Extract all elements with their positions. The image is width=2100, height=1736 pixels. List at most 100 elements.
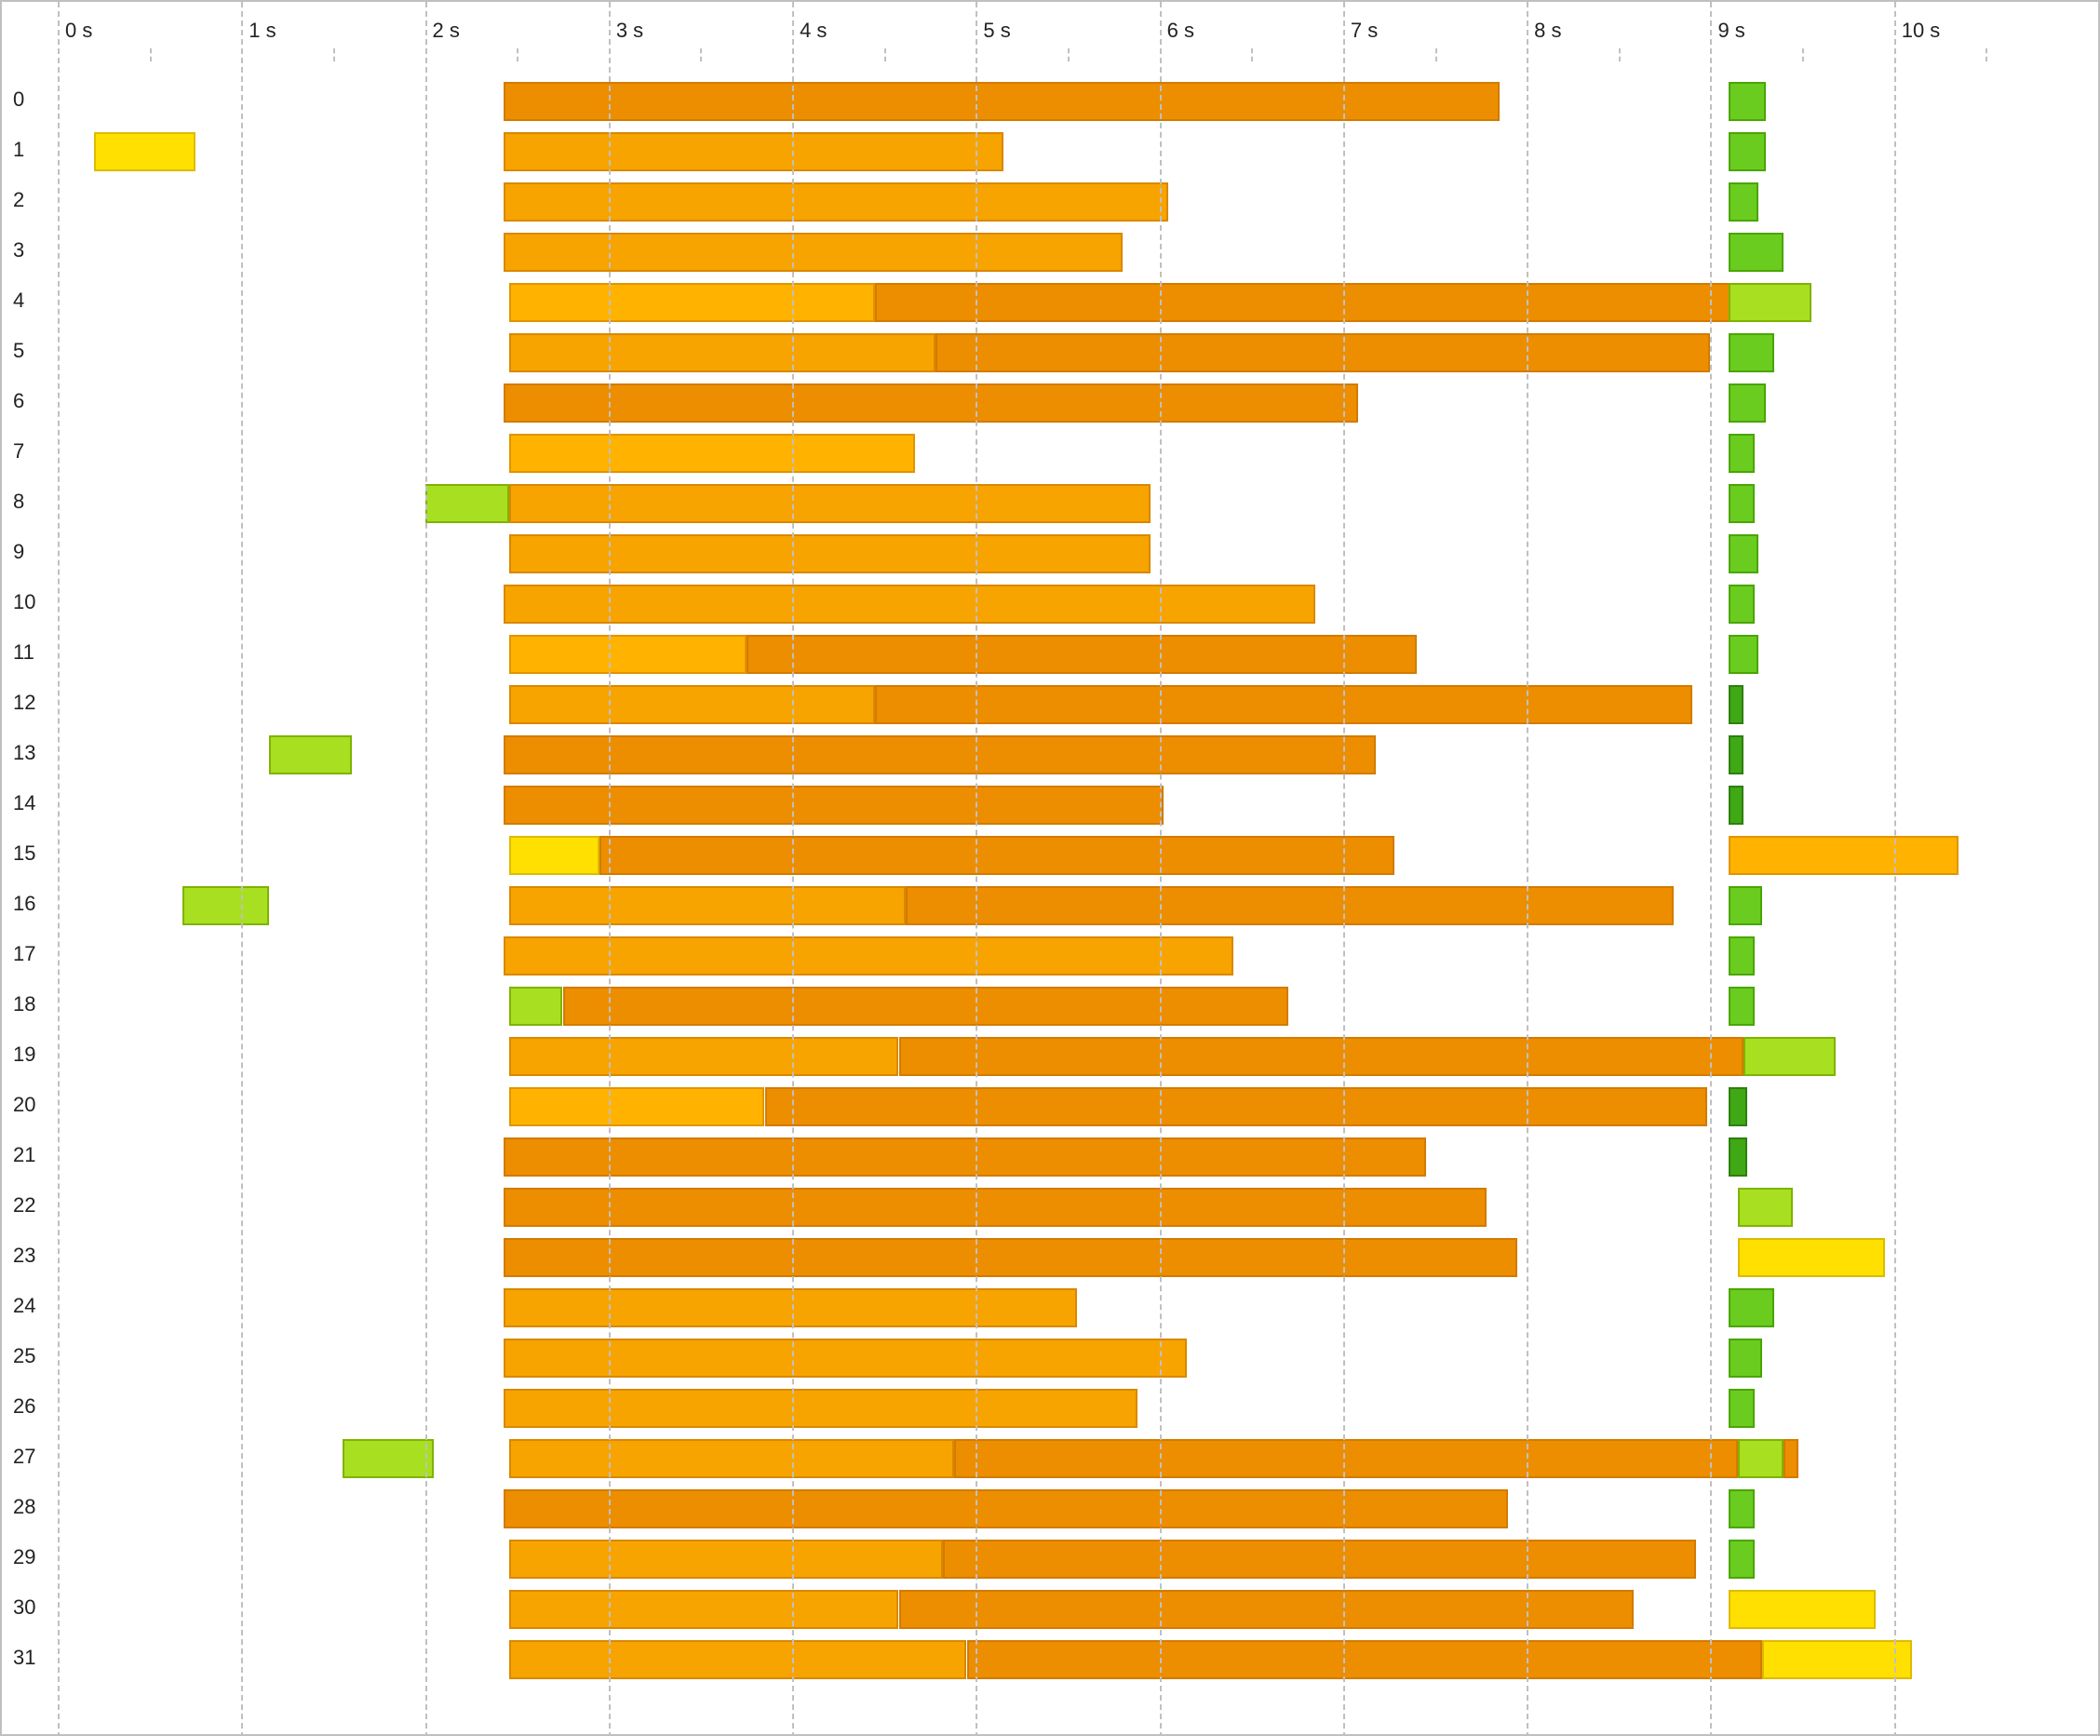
- segment: [1729, 1288, 1774, 1327]
- segment: [1729, 685, 1743, 724]
- segment: [1762, 1640, 1913, 1679]
- row: 14: [2, 780, 2098, 830]
- row: 30: [2, 1584, 2098, 1635]
- segment: [343, 1439, 435, 1478]
- segment: [899, 1037, 1743, 1076]
- segment: [563, 987, 1288, 1026]
- segment: [504, 182, 1168, 222]
- row-track: [2, 182, 2098, 222]
- segment: [1729, 1339, 1762, 1378]
- segment: [1729, 233, 1784, 272]
- axis-tick-label: 4 s: [800, 19, 827, 43]
- segment: [1784, 1439, 1798, 1478]
- segment: [504, 585, 1315, 624]
- row-track: [2, 1489, 2098, 1528]
- grid-line: 5 s: [976, 2, 977, 1736]
- row: 20: [2, 1082, 2098, 1132]
- segment: [504, 132, 1003, 171]
- minor-tick: [700, 48, 702, 61]
- row-track: [2, 1137, 2098, 1177]
- row-track: [2, 1540, 2098, 1579]
- segment: [1729, 1540, 1755, 1579]
- segment: [1729, 182, 1758, 222]
- segment: [509, 685, 875, 724]
- axis-tick-label: 8 s: [1534, 19, 1561, 43]
- row-track: [2, 484, 2098, 523]
- row-track: [2, 82, 2098, 121]
- row: 11: [2, 629, 2098, 680]
- row-track: [2, 936, 2098, 976]
- axis-tick-label: 9 s: [1717, 19, 1744, 43]
- segment: [1729, 1389, 1755, 1428]
- row-track: [2, 333, 2098, 372]
- row: 24: [2, 1283, 2098, 1333]
- row-track: [2, 1339, 2098, 1378]
- row-track: [2, 534, 2098, 573]
- axis-tick-label: 7 s: [1351, 19, 1378, 43]
- segment: [509, 333, 936, 372]
- row: 16: [2, 881, 2098, 931]
- segment: [599, 836, 1394, 875]
- segment: [509, 635, 746, 674]
- segment: [509, 283, 875, 322]
- segment: [1729, 1489, 1755, 1528]
- grid-line: 4 s: [792, 2, 794, 1736]
- segment: [504, 735, 1376, 774]
- row: 15: [2, 830, 2098, 881]
- segment: [1729, 384, 1765, 423]
- segment: [504, 82, 1499, 121]
- segment: [1729, 1087, 1747, 1126]
- row-track: [2, 786, 2098, 825]
- row: 10: [2, 579, 2098, 629]
- segment: [967, 1640, 1762, 1679]
- row-track: [2, 1389, 2098, 1428]
- segment: [504, 233, 1123, 272]
- row: 17: [2, 931, 2098, 981]
- segment: [1729, 786, 1743, 825]
- segment: [1743, 1037, 1836, 1076]
- axis-tick-label: 0 s: [65, 19, 92, 43]
- minor-tick: [517, 48, 518, 61]
- row-track: [2, 384, 2098, 423]
- segment: [509, 434, 915, 473]
- segment: [509, 484, 1150, 523]
- row: 13: [2, 730, 2098, 780]
- segment: [1729, 836, 1959, 875]
- segment: [1738, 1238, 1885, 1277]
- segment: [504, 1339, 1187, 1378]
- row: 22: [2, 1182, 2098, 1232]
- row: 8: [2, 478, 2098, 529]
- row: 19: [2, 1031, 2098, 1082]
- minor-tick: [884, 48, 886, 61]
- segment: [504, 1238, 1517, 1277]
- time-axis: [2, 2, 2098, 58]
- row: 31: [2, 1635, 2098, 1685]
- grid-line: 2 s: [425, 2, 427, 1736]
- segment: [509, 836, 599, 875]
- axis-tick-label: 10 s: [1902, 19, 1941, 43]
- segment: [1729, 283, 1811, 322]
- row-track: [2, 635, 2098, 674]
- axis-tick-label: 5 s: [983, 19, 1010, 43]
- minor-tick: [333, 48, 335, 61]
- row: 4: [2, 277, 2098, 328]
- row: 29: [2, 1534, 2098, 1584]
- row: 27: [2, 1433, 2098, 1484]
- segment: [943, 1540, 1696, 1579]
- row: 9: [2, 529, 2098, 579]
- grid-line: 9 s: [1710, 2, 1712, 1736]
- segment: [509, 886, 906, 925]
- row: 6: [2, 378, 2098, 428]
- segment: [954, 1439, 1738, 1478]
- segment: [1729, 936, 1755, 976]
- row: 7: [2, 428, 2098, 478]
- segment: [1729, 82, 1765, 121]
- segment: [504, 1137, 1425, 1177]
- grid-line: 8 s: [1527, 2, 1528, 1736]
- segment: [875, 685, 1692, 724]
- segment: [875, 283, 1743, 322]
- row-track: [2, 1590, 2098, 1629]
- row-track: [2, 836, 2098, 875]
- segment: [765, 1087, 1707, 1126]
- row: 0: [2, 76, 2098, 127]
